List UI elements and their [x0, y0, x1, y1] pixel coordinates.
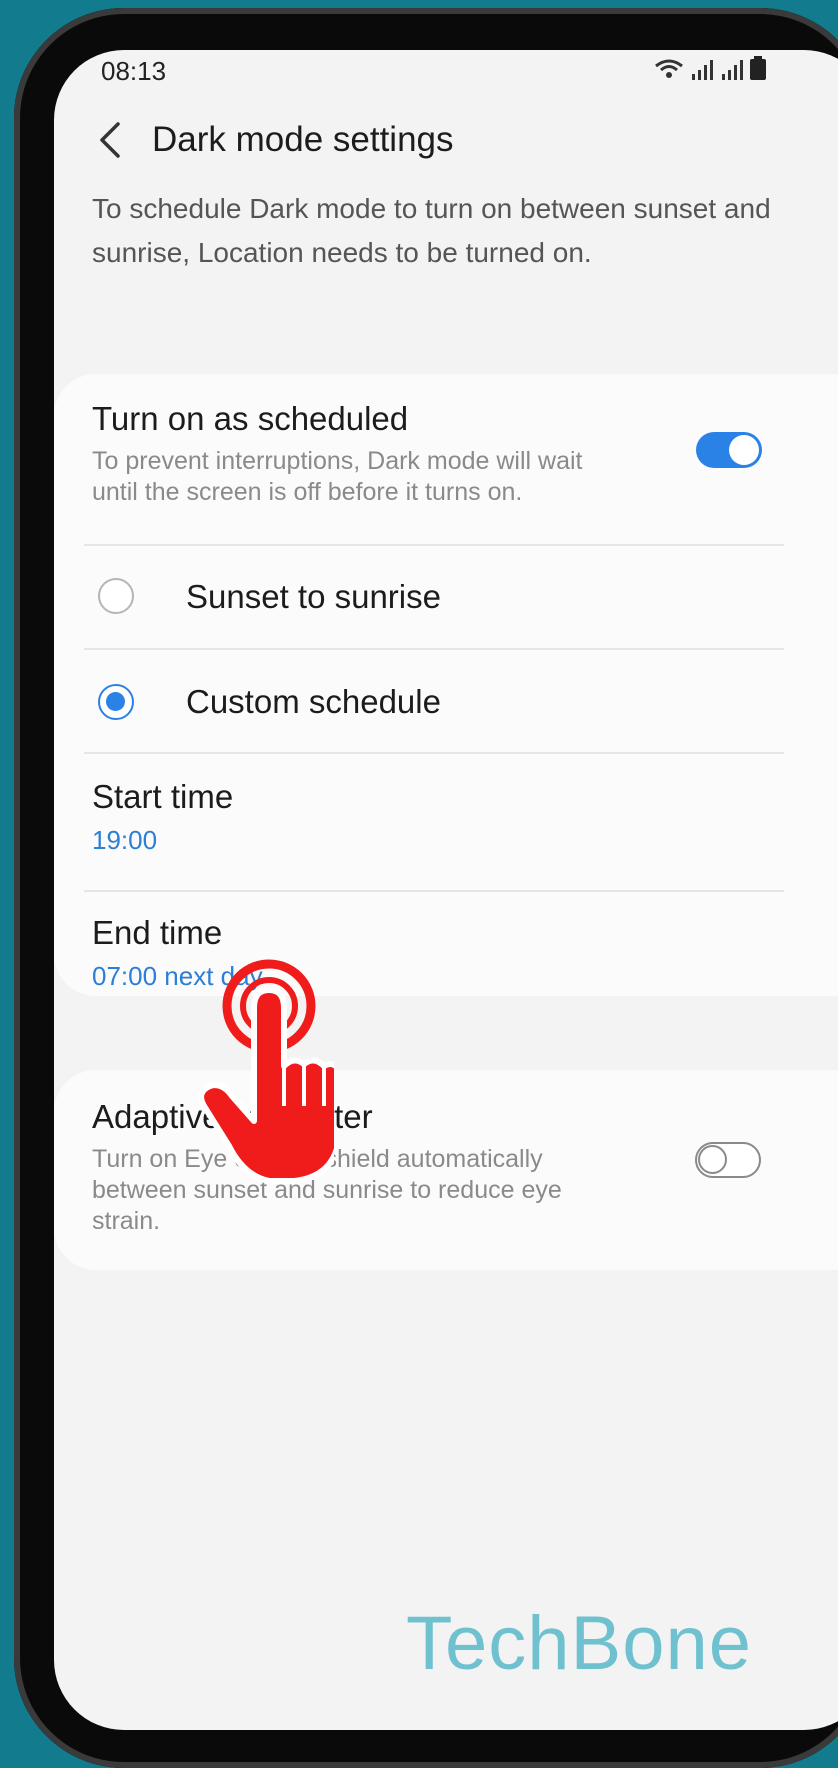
start-time-value: 19:00	[92, 825, 158, 855]
turn-on-scheduled-title: Turn on as scheduled	[92, 400, 409, 437]
radio-sunset-to-sunrise[interactable]	[98, 578, 134, 614]
toggle-knob	[698, 1145, 727, 1174]
signal-icon	[722, 60, 743, 80]
turn-on-scheduled-row[interactable]: Turn on as scheduled To prevent interrup…	[54, 374, 838, 524]
signal-icon	[692, 60, 713, 80]
schedule-card: Turn on as scheduled To prevent interrup…	[54, 374, 838, 996]
page-title: Dark mode settings	[152, 120, 454, 159]
status-time: 08:13	[101, 56, 167, 86]
option-custom-schedule[interactable]: Custom schedule	[54, 650, 838, 754]
adaptive-filter-subtitle: Turn on Eye comfort shield automatically…	[92, 1145, 562, 1235]
option-label: Sunset to sunrise	[186, 578, 441, 615]
start-time-row[interactable]: Start time 19:00	[54, 754, 838, 890]
start-time-title: Start time	[92, 778, 234, 815]
adaptive-filter-toggle[interactable]	[695, 1142, 761, 1178]
turn-on-scheduled-toggle[interactable]	[696, 432, 762, 468]
option-sunset-to-sunrise[interactable]: Sunset to sunrise	[54, 546, 838, 650]
techbone-watermark: TechBone	[406, 1601, 753, 1686]
adaptive-filter-row[interactable]: Adaptive color filter Turn on Eye comfor…	[54, 1070, 838, 1270]
location-description: To schedule Dark mode to turn on between…	[92, 193, 771, 268]
option-label: Custom schedule	[186, 683, 441, 720]
end-time-title: End time	[92, 914, 223, 951]
chevron-left-icon[interactable]	[92, 116, 132, 164]
battery-icon	[750, 56, 766, 80]
adaptive-filter-card: Adaptive color filter Turn on Eye comfor…	[54, 1070, 838, 1270]
radio-custom-schedule[interactable]	[98, 684, 134, 720]
tap-hand-icon	[198, 959, 334, 1184]
turn-on-scheduled-subtitle: To prevent interruptions, Dark mode will…	[92, 447, 583, 506]
radio-dot	[106, 692, 125, 711]
status-bar: 08:13	[54, 50, 838, 110]
wifi-icon	[655, 59, 683, 78]
end-time-row[interactable]: End time 07:00 next day	[54, 892, 838, 996]
screen: 08:13 Dark mode settings To schedule Dar…	[54, 50, 838, 1730]
toggle-knob	[729, 435, 759, 465]
status-icons	[654, 56, 766, 80]
